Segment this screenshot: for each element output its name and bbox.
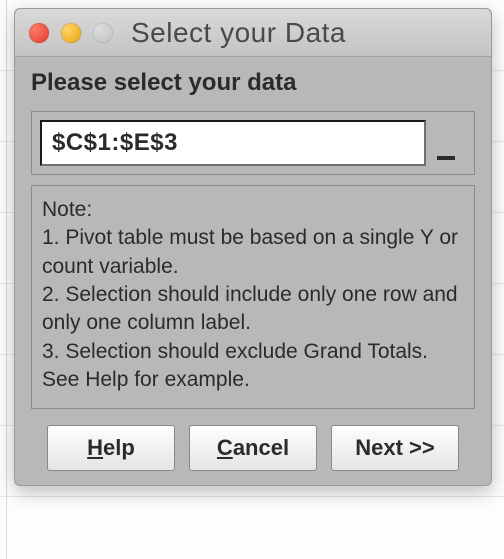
- note-footer: See Help for example.: [42, 366, 464, 394]
- note-line-2: 2. Selection should include only one row…: [42, 281, 464, 338]
- range-picker-button[interactable]: [426, 120, 466, 166]
- titlebar: Select your Data: [15, 9, 491, 57]
- select-data-dialog: Select your Data Please select your data…: [14, 8, 492, 486]
- note-header: Note:: [42, 196, 464, 224]
- next-label: Next >>: [355, 435, 435, 461]
- button-row: Help Cancel Next >>: [31, 425, 475, 471]
- collapse-icon: [437, 156, 455, 160]
- help-label-rest: elp: [103, 435, 135, 461]
- prompt-label: Please select your data: [31, 69, 475, 97]
- cancel-label-rest: ancel: [233, 435, 289, 461]
- cancel-button[interactable]: Cancel: [189, 425, 317, 471]
- note-line-3: 3. Selection should exclude Grand Totals…: [42, 338, 464, 366]
- help-button[interactable]: Help: [47, 425, 175, 471]
- help-mnemonic: H: [87, 435, 103, 461]
- range-input[interactable]: [40, 120, 426, 166]
- maximize-icon: [93, 23, 113, 43]
- window-title: Select your Data: [131, 17, 346, 49]
- window-controls: [29, 23, 113, 43]
- note-line-1: 1. Pivot table must be based on a single…: [42, 224, 464, 281]
- cancel-mnemonic: C: [217, 435, 233, 461]
- range-edit-frame: [31, 111, 475, 175]
- note-frame: Note: 1. Pivot table must be based on a …: [31, 185, 475, 409]
- minimize-icon[interactable]: [61, 23, 81, 43]
- dialog-content: Please select your data Note: 1. Pivot t…: [15, 57, 491, 471]
- next-button[interactable]: Next >>: [331, 425, 459, 471]
- close-icon[interactable]: [29, 23, 49, 43]
